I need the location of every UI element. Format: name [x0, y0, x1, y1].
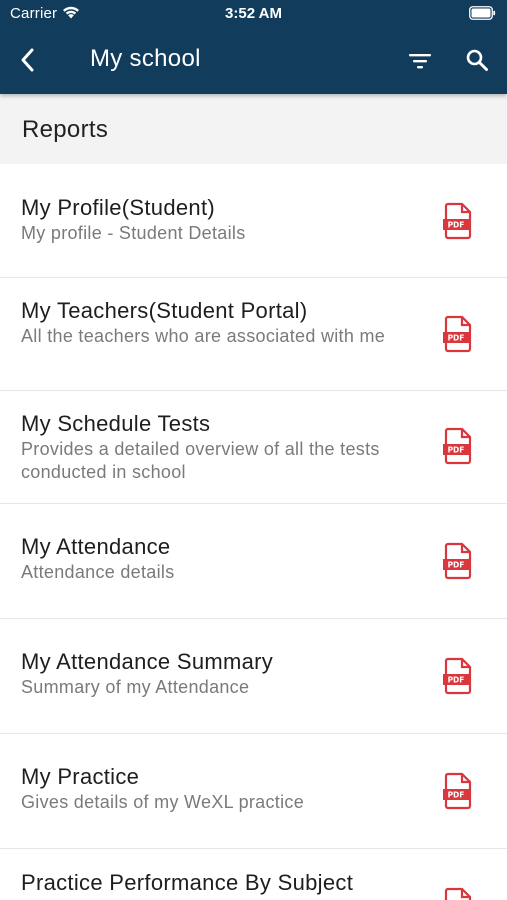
svg-text:PDF: PDF — [448, 561, 465, 570]
list-item-my-attendance-summary[interactable]: My Attendance Summary Summary of my Atte… — [0, 619, 507, 734]
pdf-icon: PDF — [443, 772, 472, 810]
pdf-icon: PDF — [443, 202, 472, 240]
section-title: Reports — [22, 116, 109, 143]
page-title: My school — [90, 45, 201, 72]
navigation-bar: My school — [0, 28, 507, 94]
svg-text:PDF: PDF — [448, 791, 465, 800]
list-item-title: My Teachers(Student Portal) — [21, 298, 308, 323]
svg-text:PDF: PDF — [448, 446, 465, 455]
list-item-title: My Practice — [21, 764, 140, 789]
pdf-icon: PDF — [443, 542, 472, 580]
list-item-my-schedule-tests[interactable]: My Schedule Tests Provides a detailed ov… — [0, 391, 507, 504]
list-item-subtitle: All the teachers who are associated with… — [21, 326, 386, 346]
app-header: Carrier 3:52 AM My school — [0, 0, 507, 94]
list-item-title: My Attendance Summary — [21, 649, 274, 674]
svg-text:PDF: PDF — [448, 334, 465, 343]
pdf-icon — [444, 887, 472, 900]
status-bar: Carrier 3:52 AM — [0, 0, 507, 28]
list-item-my-profile[interactable]: My Profile(Student) My profile - Student… — [0, 164, 507, 278]
filter-icon — [409, 54, 431, 69]
pdf-icon: PDF — [443, 657, 472, 695]
section-header: Reports — [0, 94, 507, 164]
list-item-subtitle: Summary of my Attendance — [21, 677, 250, 697]
list-item-title: Practice Performance By Subject — [21, 870, 354, 895]
list-item-title: My Profile(Student) — [21, 195, 215, 220]
pdf-icon: PDF — [443, 315, 472, 353]
battery-icon — [469, 6, 496, 20]
list-item-my-teachers[interactable]: My Teachers(Student Portal) All the teac… — [0, 278, 507, 391]
status-time: 3:52 AM — [225, 5, 282, 22]
svg-text:PDF: PDF — [448, 221, 465, 230]
back-button[interactable] — [10, 42, 46, 78]
svg-text:PDF: PDF — [448, 676, 465, 685]
list-item-my-practice[interactable]: My Practice Gives details of my WeXL pra… — [0, 734, 507, 849]
filter-button[interactable] — [402, 43, 438, 79]
pdf-icon: PDF — [443, 427, 472, 465]
search-icon — [466, 49, 488, 71]
list-item-practice-performance[interactable]: Practice Performance By Subject — [0, 849, 507, 900]
list-item-subtitle: My profile - Student Details — [21, 223, 246, 243]
search-button[interactable] — [459, 42, 495, 78]
list-item-my-attendance[interactable]: My Attendance Attendance details PDF — [0, 504, 507, 619]
list-item-title: My Attendance — [21, 534, 171, 559]
list-item-title: My Schedule Tests — [21, 411, 211, 436]
list-item-subtitle: Provides a detailed overview of all the … — [21, 439, 380, 482]
chevron-left-icon — [21, 48, 34, 72]
list-item-subtitle: Attendance details — [21, 562, 175, 582]
list-item-subtitle: Gives details of my WeXL practice — [21, 792, 305, 812]
reports-list: My Profile(Student) My profile - Student… — [0, 164, 507, 900]
